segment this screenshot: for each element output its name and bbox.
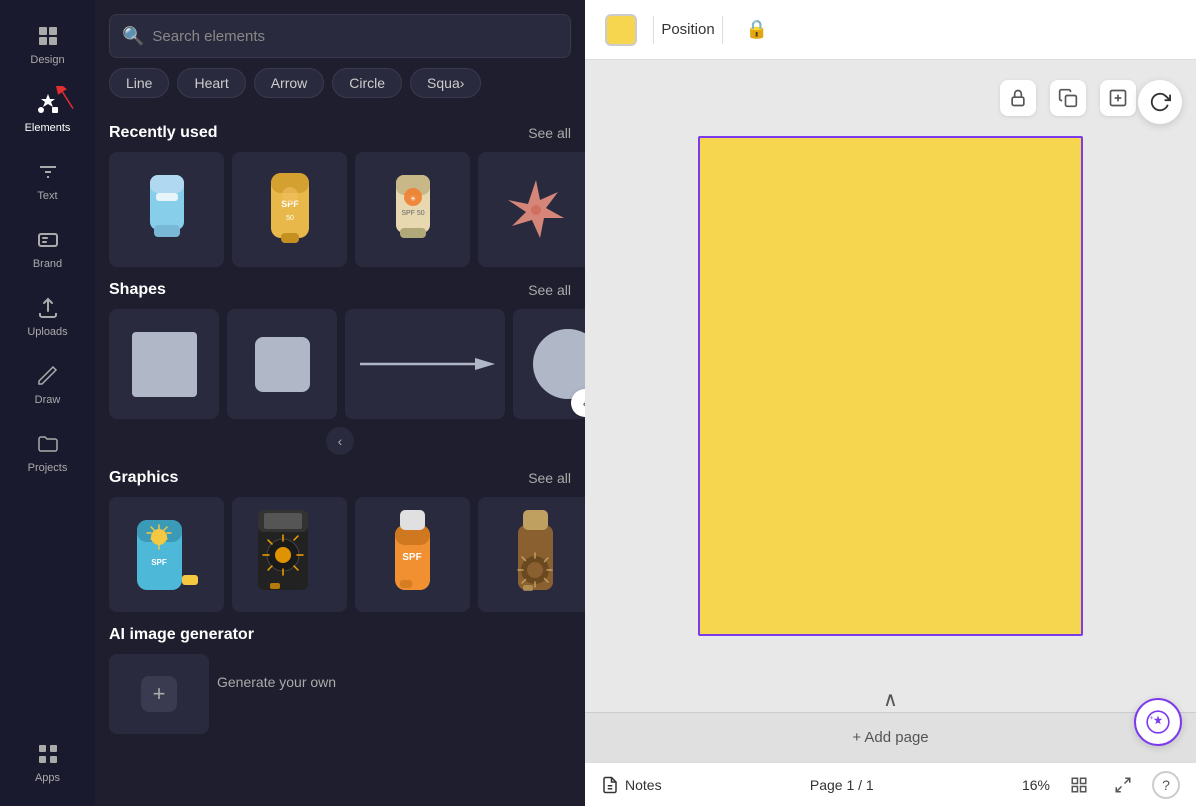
bottom-right-controls: 16% ? — [1022, 770, 1180, 800]
page-info: Page 1 / 1 — [810, 777, 874, 793]
recently-used-title: Recently used — [109, 124, 217, 142]
pill-heart[interactable]: Heart — [177, 68, 245, 98]
sidebar-label-draw: Draw — [35, 394, 61, 406]
lock-icon: 🔒 — [746, 19, 768, 40]
graphic-item-4[interactable] — [478, 497, 585, 612]
lock-button[interactable]: 🔒 — [739, 12, 775, 48]
chevron-up-icon[interactable]: ∧ — [883, 687, 898, 712]
svg-text:50: 50 — [286, 215, 294, 222]
recently-used-header: Recently used See all — [109, 124, 571, 142]
apps-icon — [34, 740, 62, 768]
svg-text:SPF 50: SPF 50 — [401, 210, 424, 217]
search-icon: 🔍 — [122, 26, 144, 47]
shape-pills-row: Line Heart Arrow Circle Squa› — [95, 68, 585, 110]
toolbar-divider-2 — [722, 16, 723, 44]
canvas-area: Position 🔒 — [585, 0, 1196, 806]
pill-more[interactable]: Squa› — [410, 68, 481, 98]
position-button[interactable]: Position — [670, 12, 706, 48]
recent-item-1[interactable] — [109, 152, 224, 267]
ai-subtitle: Generate your own — [217, 654, 336, 690]
bottom-bar: Notes Page 1 / 1 16% ? — [585, 762, 1196, 806]
search-bar[interactable]: 🔍 — [109, 14, 571, 58]
toolbar-divider-1 — [653, 16, 654, 44]
svg-text:SPF: SPF — [151, 558, 167, 567]
position-label: Position — [661, 21, 714, 38]
graphics-title: Graphics — [109, 469, 178, 487]
sidebar: Design Elements Text Bran — [0, 0, 95, 806]
sidebar-item-elements[interactable]: Elements — [0, 78, 95, 146]
sidebar-label-projects: Projects — [28, 462, 68, 474]
square-shape — [132, 332, 197, 397]
help-btn[interactable]: ? — [1152, 771, 1180, 799]
sidebar-label-apps: Apps — [35, 772, 60, 784]
graphic-item-2[interactable] — [232, 497, 347, 612]
sidebar-label-text: Text — [37, 190, 57, 202]
sidebar-item-brand[interactable]: Brand — [0, 214, 95, 282]
ai-generate-thumb[interactable]: + — [109, 654, 209, 734]
shapes-see-all[interactable]: See all — [528, 282, 571, 298]
text-icon — [34, 158, 62, 186]
svg-text:☀: ☀ — [409, 195, 415, 203]
sidebar-item-projects[interactable]: Projects — [0, 418, 95, 486]
shape-square-1[interactable] — [109, 309, 219, 419]
graphic-item-3[interactable]: SPF — [355, 497, 470, 612]
notes-icon — [601, 776, 619, 794]
graphic-item-1[interactable]: SPF — [109, 497, 224, 612]
zoom-level[interactable]: 16% — [1022, 777, 1050, 793]
sidebar-label-brand: Brand — [33, 258, 62, 270]
graphics-row: SPF — [109, 497, 571, 612]
search-input[interactable] — [152, 28, 558, 45]
draw-icon — [34, 362, 62, 390]
ai-title: AI image generator — [109, 626, 254, 644]
sidebar-item-draw[interactable]: Draw — [0, 350, 95, 418]
sidebar-item-apps[interactable]: Apps — [0, 728, 95, 796]
folder-icon — [34, 430, 62, 458]
ai-header: AI image generator — [109, 626, 571, 644]
svg-text:SPF: SPF — [402, 552, 421, 563]
pill-circle[interactable]: Circle — [332, 68, 402, 98]
sidebar-label-design: Design — [30, 54, 64, 66]
canvas-page[interactable] — [698, 136, 1083, 636]
sidebar-item-design[interactable]: Design — [0, 10, 95, 78]
panel-scroll-area[interactable]: Recently used See all SPF — [95, 110, 585, 806]
elements-icon — [34, 90, 62, 118]
canvas-toolbar: Position 🔒 — [585, 0, 1196, 60]
notes-button[interactable]: Notes — [601, 776, 662, 794]
recent-item-2[interactable]: SPF 50 — [232, 152, 347, 267]
pill-arrow[interactable]: Arrow — [254, 68, 325, 98]
pill-line[interactable]: Line — [109, 68, 169, 98]
sidebar-item-text[interactable]: Text — [0, 146, 95, 214]
ai-section: AI image generator + Generate your own — [109, 626, 571, 734]
shapes-header: Shapes See all — [109, 281, 571, 299]
add-page-bar[interactable]: + Add page — [585, 712, 1196, 762]
shape-arrow[interactable] — [345, 309, 505, 419]
recent-item-3[interactable]: ☀ SPF 50 — [355, 152, 470, 267]
grid-view-btn[interactable] — [1064, 770, 1094, 800]
magic-button[interactable] — [1134, 698, 1182, 746]
elements-panel: 🔍 Line Heart Arrow Circle Squa› Recently… — [95, 0, 585, 806]
grid-icon — [34, 22, 62, 50]
shape-square-2[interactable] — [227, 309, 337, 419]
notes-label: Notes — [625, 777, 662, 793]
recent-item-4[interactable] — [478, 152, 585, 267]
upload-icon — [34, 294, 62, 322]
expand-btn[interactable] — [1108, 770, 1138, 800]
graphics-header: Graphics See all — [109, 469, 571, 487]
rounded-square-shape — [255, 337, 310, 392]
color-swatch[interactable] — [605, 14, 637, 46]
canvas-content[interactable] — [585, 60, 1196, 712]
sidebar-label-uploads: Uploads — [27, 326, 67, 338]
brand-icon — [34, 226, 62, 254]
ai-plus-icon: + — [141, 676, 177, 712]
recently-used-row: SPF 50 ☀ SPF 50 — [109, 152, 571, 267]
add-page-button[interactable]: + Add page — [852, 729, 928, 746]
circle-shape — [533, 329, 585, 399]
sidebar-item-uploads[interactable]: Uploads — [0, 282, 95, 350]
graphics-see-all[interactable]: See all — [528, 470, 571, 486]
sidebar-label-elements: Elements — [25, 122, 71, 134]
recently-used-see-all[interactable]: See all — [528, 125, 571, 141]
shapes-row: › — [109, 309, 571, 419]
panel-collapse-btn[interactable]: ‹ — [326, 427, 354, 455]
shapes-title: Shapes — [109, 281, 166, 299]
